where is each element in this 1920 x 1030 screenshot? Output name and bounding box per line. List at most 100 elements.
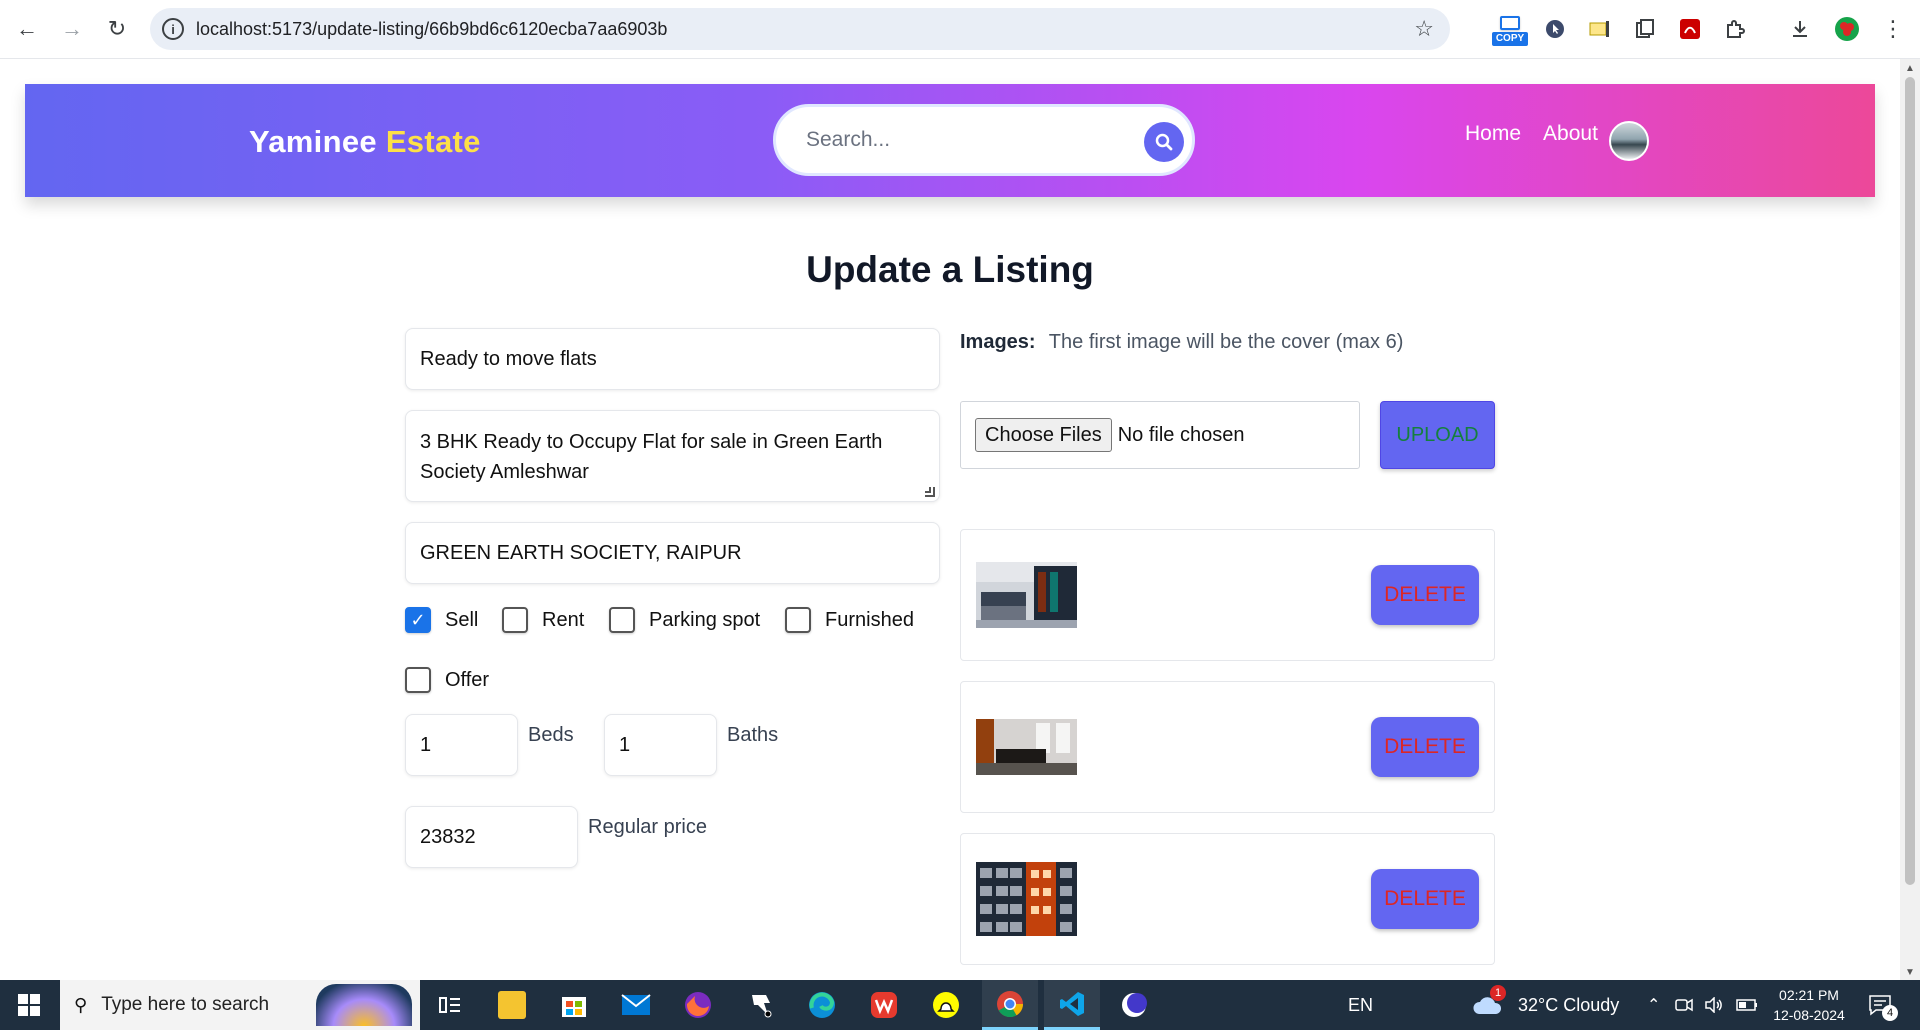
weather-badge: 1 (1490, 985, 1506, 1001)
search-highlight-image (316, 984, 412, 1026)
delete-image-button[interactable]: DELETE (1371, 565, 1479, 625)
beds-label: Beds (528, 724, 574, 746)
search-form (773, 104, 1195, 176)
scroll-up-icon[interactable]: ▲ (1905, 63, 1915, 74)
image-card: DELETE (960, 529, 1495, 661)
listing-image-kitchen (976, 562, 1077, 628)
tab-manager-icon[interactable] (1630, 14, 1660, 44)
rent-checkbox[interactable]: Rent (502, 607, 584, 633)
back-icon[interactable]: ← (12, 14, 42, 44)
furnished-box[interactable] (785, 607, 811, 633)
regular-price-label: Regular price (588, 816, 707, 838)
offer-box[interactable] (405, 667, 431, 693)
user-avatar[interactable] (1609, 121, 1649, 161)
images-header: Images: The first image will be the cove… (960, 331, 1403, 354)
parking-box[interactable] (609, 607, 635, 633)
vscode-icon[interactable] (1044, 980, 1100, 1030)
copy-extension-icon[interactable]: COPY (1492, 16, 1528, 46)
address-input[interactable]: GREEN EARTH SOCIETY, RAIPUR (405, 522, 940, 584)
extensions-puzzle-icon[interactable] (1720, 14, 1750, 44)
taskbar-clock[interactable]: 02:21 PM 12-08-2024 (1768, 985, 1850, 1025)
profile-avatar-icon[interactable] (1832, 14, 1862, 44)
baths-input[interactable]: 1 (604, 714, 717, 776)
mail-icon[interactable] (608, 980, 664, 1030)
bookmark-star-icon[interactable]: ☆ (1414, 16, 1434, 42)
description-textarea[interactable]: 3 BHK Ready to Occupy Flat for sale in G… (405, 410, 940, 502)
upload-button[interactable]: UPLOAD (1380, 401, 1495, 469)
nav-about-link[interactable]: About (1543, 122, 1598, 146)
no-file-text: No file chosen (1117, 423, 1245, 446)
chrome-menu-icon[interactable]: ⋮ (1878, 14, 1908, 44)
language-indicator[interactable]: EN (1348, 980, 1373, 1030)
check-icon[interactable]: ✓ (405, 607, 431, 633)
sell-checkbox[interactable]: ✓ Sell (405, 607, 478, 633)
notification-count: 4 (1882, 1005, 1898, 1021)
page-title: Update a Listing (806, 249, 1094, 290)
microsoft-store-icon[interactable] (546, 980, 602, 1030)
meet-now-icon[interactable] (1675, 980, 1693, 1030)
header-nav: Home About (1465, 122, 1598, 146)
weather-text: 32°C Cloudy (1518, 994, 1620, 1015)
nav-home-link[interactable]: Home (1465, 122, 1521, 146)
listing-image-building (976, 862, 1077, 936)
highlight-extension-icon[interactable] (1585, 14, 1615, 44)
offer-checkbox[interactable]: Offer (405, 667, 489, 693)
choose-files-button[interactable]: Choose Files (975, 418, 1112, 452)
file-explorer-icon[interactable] (484, 980, 540, 1030)
image-card: DELETE (960, 833, 1495, 965)
description-text: 3 BHK Ready to Occupy Flat for sale in G… (420, 431, 883, 483)
listing-image-living-room (976, 719, 1077, 775)
offer-label: Offer (445, 668, 490, 691)
snapchat-icon[interactable] (918, 980, 974, 1030)
clock-date: 12-08-2024 (1773, 1007, 1845, 1023)
site-info-icon[interactable]: i (162, 18, 184, 40)
show-hidden-icons[interactable]: ⌃ (1647, 980, 1660, 1030)
resize-handle-icon[interactable] (925, 487, 935, 497)
task-view-icon[interactable] (422, 980, 478, 1030)
pdf-extension-icon[interactable] (1675, 14, 1705, 44)
furnished-label: Furnished (825, 608, 914, 631)
parking-checkbox[interactable]: Parking spot (609, 607, 760, 633)
forward-icon[interactable]: → (57, 14, 87, 44)
volume-icon[interactable] (1704, 980, 1724, 1030)
rent-label: Rent (542, 608, 585, 631)
search-icon (1155, 133, 1173, 151)
image-card: DELETE (960, 681, 1495, 813)
site-header: Yaminee Estate Home About (25, 84, 1875, 197)
regular-price-input[interactable]: 23832 (405, 806, 578, 868)
address-url[interactable]: localhost:5173/update-listing/66b9bd6c61… (196, 19, 667, 40)
chrome-icon[interactable] (982, 980, 1038, 1030)
cursor-extension-icon[interactable] (1540, 14, 1570, 44)
reload-icon[interactable]: ↻ (102, 14, 132, 44)
page-scrollbar[interactable]: ▲ ▼ (1900, 59, 1920, 980)
furnished-checkbox[interactable]: Furnished (785, 607, 914, 633)
wps-office-icon[interactable] (856, 980, 912, 1030)
windows-start-icon[interactable] (18, 994, 40, 1016)
rent-box[interactable] (502, 607, 528, 633)
battery-icon[interactable] (1736, 980, 1758, 1030)
weather-widget[interactable]: 1 32°C Cloudy (1472, 980, 1619, 1030)
images-hint: The first image will be the cover (max 6… (1048, 331, 1404, 353)
page-viewport: Yaminee Estate Home About Update a Listi… (0, 59, 1900, 980)
scroll-down-icon[interactable]: ▼ (1905, 967, 1915, 978)
delete-image-button[interactable]: DELETE (1371, 717, 1479, 777)
file-input[interactable]: Choose Files No file chosen (960, 401, 1360, 469)
beds-input[interactable]: 1 (405, 714, 518, 776)
firefox-icon[interactable] (670, 980, 726, 1030)
taskbar-search[interactable]: ⚲ Type here to search (60, 980, 420, 1030)
name-input[interactable]: Ready to move flats (405, 328, 940, 390)
search-input[interactable] (788, 115, 1153, 165)
search-button[interactable] (1144, 122, 1184, 162)
site-logo[interactable]: Yaminee Estate (249, 124, 481, 160)
scrollbar-thumb[interactable] (1905, 77, 1915, 885)
edge-icon[interactable] (794, 980, 850, 1030)
address-bar[interactable]: i localhost:5173/update-listing/66b9bd6c… (150, 8, 1450, 50)
notification-center[interactable]: 4 (1868, 980, 1908, 1030)
download-icon[interactable] (1785, 14, 1815, 44)
baths-label: Baths (727, 724, 779, 746)
images-label: Images: (960, 331, 1036, 353)
delete-image-button[interactable]: DELETE (1371, 869, 1479, 929)
inkscape-icon[interactable] (732, 980, 788, 1030)
eclipse-icon[interactable] (1106, 980, 1162, 1030)
parking-label: Parking spot (649, 608, 761, 631)
